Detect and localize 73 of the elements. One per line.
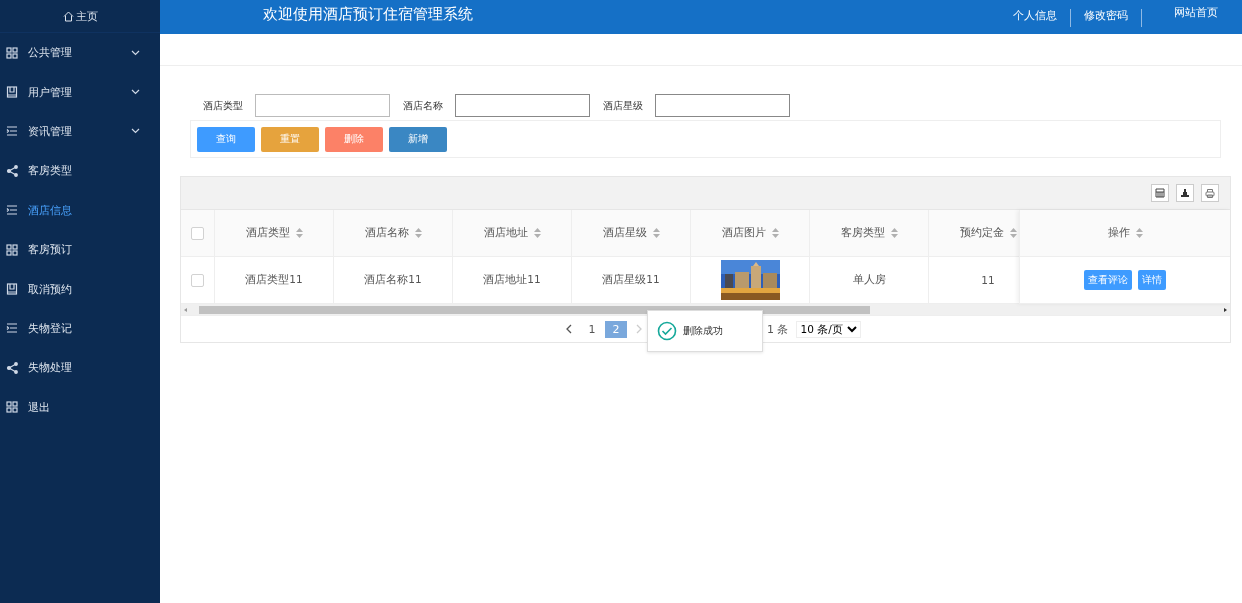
- column-header[interactable]: 酒店名称: [364, 226, 409, 240]
- sort-icon[interactable]: [890, 228, 898, 238]
- sidebar-item[interactable]: 资讯管理: [0, 111, 160, 152]
- sidebar-item[interactable]: 酒店信息: [0, 190, 160, 230]
- chevron-right-icon[interactable]: [636, 324, 643, 334]
- column-header[interactable]: 酒店类型: [245, 226, 290, 240]
- column-header[interactable]: 操作: [1107, 226, 1130, 240]
- sidebar-item[interactable]: 取消预约: [0, 269, 160, 309]
- sidebar-item[interactable]: 退出: [0, 387, 160, 427]
- toast-text: 删除成功: [683, 324, 723, 338]
- scroll-right-icon[interactable]: [1222, 306, 1228, 313]
- field-label: 酒店类型: [203, 98, 243, 113]
- table-cell: 酒店星级11: [602, 273, 660, 287]
- grid-icon: [6, 243, 18, 256]
- print-icon[interactable]: [1201, 184, 1219, 202]
- table-cell: 酒店地址11: [483, 273, 541, 287]
- input-field[interactable]: [655, 94, 790, 117]
- sort-icon[interactable]: [771, 228, 779, 238]
- list-icon: [6, 323, 18, 334]
- export-icon[interactable]: [1176, 184, 1194, 202]
- sort-icon[interactable]: [295, 228, 303, 238]
- sort-icon[interactable]: [533, 228, 541, 238]
- site-home-link[interactable]: 网站首页: [1174, 6, 1218, 20]
- check-circle-icon: [657, 321, 677, 341]
- field-label: 酒店星级: [603, 98, 643, 113]
- header-link[interactable]: 个人信息: [1000, 9, 1071, 27]
- page-size-select[interactable]: 10 条/页: [795, 320, 861, 338]
- sort-icon[interactable]: [1135, 228, 1143, 238]
- grid-icon: [6, 401, 18, 414]
- book-icon: [6, 86, 18, 99]
- column-header[interactable]: 酒店星级: [602, 226, 647, 240]
- checkbox[interactable]: [191, 226, 204, 240]
- action-button[interactable]: 新增: [389, 126, 447, 152]
- sort-icon[interactable]: [652, 228, 660, 238]
- sort-icon[interactable]: [414, 228, 422, 238]
- book-icon: [6, 283, 18, 296]
- home-icon: [62, 10, 74, 22]
- horizontal-scrollbar[interactable]: [181, 304, 1230, 315]
- sort-icon[interactable]: [1009, 228, 1017, 238]
- chevron-left-icon[interactable]: [565, 324, 572, 334]
- list-icon: [6, 126, 18, 137]
- input-field[interactable]: [255, 94, 390, 117]
- sidebar-item[interactable]: 公共管理: [0, 33, 160, 73]
- table-cell: 单人房: [852, 273, 886, 287]
- checkbox[interactable]: [191, 273, 204, 287]
- scroll-left-icon[interactable]: [183, 306, 189, 313]
- header-link[interactable]: 修改密码: [1071, 9, 1142, 27]
- share-icon: [6, 164, 18, 177]
- home-link[interactable]: 主页: [75, 8, 98, 24]
- sidebar-item[interactable]: 失物处理: [0, 348, 160, 388]
- chevron-down-icon[interactable]: [131, 128, 140, 135]
- sidebar-item[interactable]: 客房预订: [0, 229, 160, 270]
- sidebar-item[interactable]: 客房类型: [0, 151, 160, 191]
- sidebar-item[interactable]: 用户管理: [0, 72, 160, 112]
- share-icon: [6, 361, 18, 374]
- total-count: 1 条: [767, 321, 789, 337]
- column-header[interactable]: 预约定金: [959, 226, 1004, 240]
- input-field[interactable]: [455, 94, 590, 117]
- sidebar-item[interactable]: 失物登记: [0, 308, 160, 349]
- field-label: 酒店名称: [403, 98, 443, 113]
- columns-icon[interactable]: [1151, 184, 1169, 202]
- grid-icon: [6, 46, 18, 59]
- table-cell: 11: [981, 274, 995, 286]
- table-cell: 酒店类型11: [245, 273, 303, 287]
- chevron-down-icon[interactable]: [131, 89, 140, 96]
- column-header[interactable]: 酒店图片: [721, 226, 766, 240]
- page-title: 欢迎使用酒店预订住宿管理系统: [263, 5, 474, 24]
- list-icon: [6, 205, 18, 216]
- chevron-down-icon[interactable]: [131, 49, 140, 56]
- column-header[interactable]: 客房类型: [840, 226, 885, 240]
- column-header[interactable]: 酒店地址: [483, 226, 528, 240]
- page-number[interactable]: 1: [581, 320, 603, 338]
- table-cell: 酒店名称11: [364, 273, 422, 287]
